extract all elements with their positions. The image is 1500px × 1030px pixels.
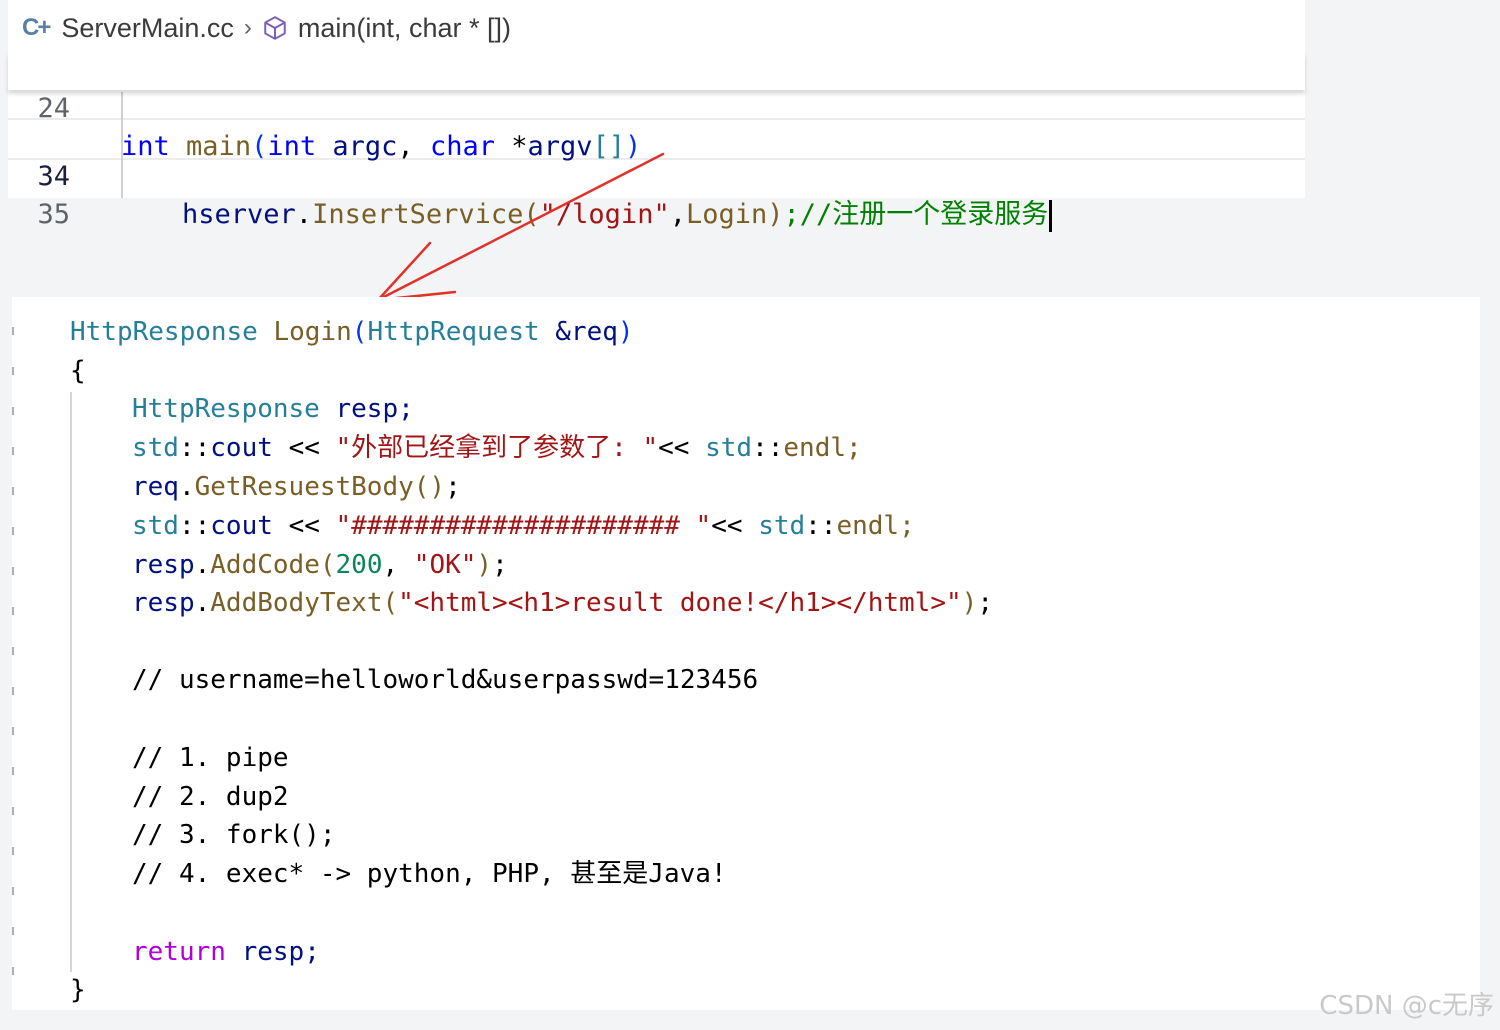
token: resp; bbox=[241, 937, 320, 967]
token: * bbox=[494, 131, 528, 162]
watermark: CSDN @c无序 bbox=[1319, 991, 1494, 1021]
token: AddBodyText bbox=[210, 588, 383, 618]
token: HttpRequest bbox=[367, 317, 540, 347]
token: "OK" bbox=[413, 550, 477, 580]
code-line-close-brace[interactable]: } bbox=[70, 971, 86, 1009]
token: GetResuestBody bbox=[194, 472, 414, 502]
token: cout bbox=[210, 433, 273, 463]
code-line-4[interactable]: std::cout << "##################### "<< … bbox=[132, 507, 915, 545]
code-line-open-brace[interactable]: { bbox=[70, 352, 86, 390]
token: AddCode bbox=[210, 550, 320, 580]
comment: ;//注册一个登录服务 bbox=[783, 199, 1049, 230]
breadcrumb-symbol[interactable]: main(int, char * []) bbox=[298, 13, 511, 44]
comment-line[interactable]: // 2. dup2 bbox=[132, 778, 289, 816]
token: Login bbox=[685, 199, 768, 230]
code-line-6[interactable]: resp.AddBodyText("<html><h1>result done!… bbox=[132, 584, 993, 622]
token: endl; bbox=[783, 433, 862, 463]
top-editor-snippet: C+ ServerMain.cc › main(int, char * []) … bbox=[8, 0, 1305, 232]
code-line-2[interactable]: std::cout << "外部已经拿到了参数了: "<< std::endl; bbox=[132, 429, 862, 467]
token: HttpResponse bbox=[132, 394, 320, 424]
token: main bbox=[186, 131, 252, 162]
code-panel: HttpResponse Login(HttpRequest &req) { H… bbox=[12, 297, 1480, 1010]
token: int bbox=[267, 131, 317, 162]
token: ( bbox=[251, 131, 268, 162]
indent-guide bbox=[70, 392, 72, 972]
token: int bbox=[121, 131, 170, 162]
breadcrumb: C+ ServerMain.cc › main(int, char * []) bbox=[22, 8, 511, 48]
line-number: 24 bbox=[37, 93, 70, 124]
token: hserver bbox=[182, 199, 296, 230]
cpp-file-icon: C+ bbox=[22, 14, 51, 41]
code-line-1[interactable]: HttpResponse resp; bbox=[132, 390, 414, 428]
token: return bbox=[132, 937, 226, 967]
token: resp bbox=[132, 550, 195, 580]
token: &req bbox=[555, 317, 618, 347]
token: Login bbox=[273, 317, 352, 347]
comment-line[interactable]: // 4. exec* -> python, PHP, 甚至是Java! bbox=[132, 855, 727, 893]
comment-line[interactable]: // username=helloworld&userpasswd=123456 bbox=[132, 661, 758, 699]
comment-line[interactable]: // 1. pipe bbox=[132, 739, 289, 777]
token: "/login" bbox=[539, 199, 670, 230]
token: "外部已经拿到了参数了: " bbox=[335, 433, 659, 463]
code-line-3[interactable]: req.GetResuestBody(); bbox=[132, 468, 461, 506]
token: ) bbox=[625, 131, 642, 162]
token: InsertService bbox=[312, 199, 524, 230]
token: argc bbox=[332, 131, 398, 162]
text-cursor bbox=[1049, 199, 1053, 232]
token: resp; bbox=[335, 394, 414, 424]
token: char bbox=[429, 131, 495, 162]
comment-line[interactable]: // 3. fork(); bbox=[132, 816, 336, 854]
sticky-scroll-line[interactable]: 24 int main(int argc, char *argv[]) bbox=[8, 52, 1305, 162]
token: [] bbox=[592, 131, 626, 162]
token: 200 bbox=[335, 550, 383, 580]
token: req bbox=[132, 472, 179, 502]
token: , bbox=[397, 131, 430, 162]
token: "##################### " bbox=[335, 511, 712, 541]
code-line-signature[interactable]: HttpResponse Login(HttpRequest &req) bbox=[70, 313, 634, 351]
token: HttpResponse bbox=[70, 317, 258, 347]
code-line-return[interactable]: return resp; bbox=[132, 933, 320, 971]
token: std bbox=[132, 433, 179, 463]
token: "<html><h1>result done!</h1></html>" bbox=[398, 588, 962, 618]
code-line-5[interactable]: resp.AddCode(200, "OK"); bbox=[132, 546, 508, 584]
method-cube-icon bbox=[264, 16, 286, 40]
token: argv bbox=[527, 131, 593, 162]
chevron-right-icon: › bbox=[243, 14, 252, 41]
breadcrumb-file[interactable]: ServerMain.cc bbox=[61, 13, 234, 44]
